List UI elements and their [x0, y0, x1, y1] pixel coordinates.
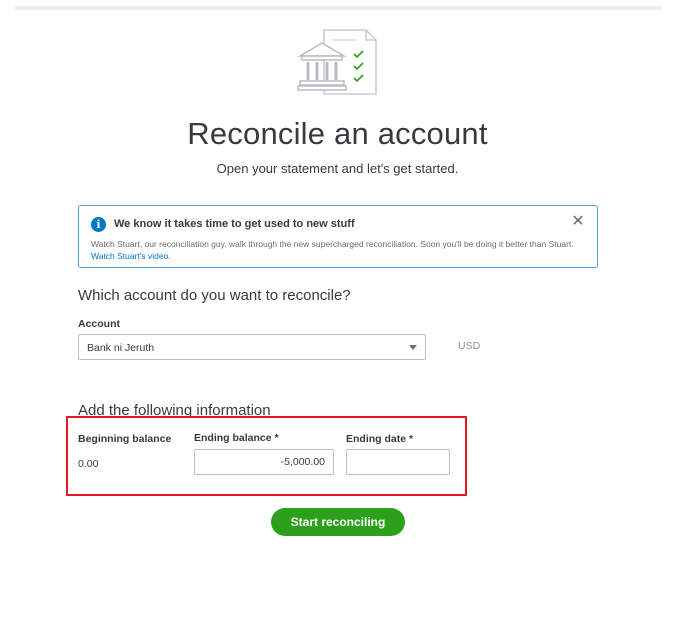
account-selected-value: Bank ni Jeruth — [87, 342, 155, 354]
start-reconciling-button[interactable]: Start reconciling — [271, 508, 405, 536]
currency-label: USD — [458, 340, 481, 352]
ending-balance-input[interactable] — [194, 449, 334, 475]
page-title: Reconcile an account — [187, 116, 488, 151]
ending-balance-label: Ending balance * — [194, 432, 279, 444]
account-select[interactable]: Bank ni Jeruth — [78, 334, 426, 360]
close-icon[interactable]: ✕ — [571, 214, 585, 230]
bank-statement-icon — [297, 29, 377, 95]
watch-video-link[interactable]: Watch Stuart's video. — [91, 251, 171, 261]
beginning-balance-value: 0.00 — [78, 458, 99, 470]
info-icon: i — [91, 217, 106, 232]
top-divider — [15, 6, 662, 10]
ending-date-label: Ending date * — [346, 433, 414, 445]
beginning-balance-label: Beginning balance — [78, 433, 172, 445]
account-label: Account — [78, 318, 120, 330]
chevron-down-icon — [409, 345, 417, 350]
account-question: Which account do you want to reconcile? — [78, 287, 351, 304]
info-banner-text: Watch Stuart, our reconciliation guy, wa… — [91, 239, 574, 249]
info-banner: i We know it takes time to get used to n… — [78, 205, 598, 268]
ending-date-input[interactable] — [346, 449, 450, 475]
info-banner-title: We know it takes time to get used to new… — [114, 218, 355, 230]
info-banner-body: Watch Stuart, our reconciliation guy, wa… — [91, 238, 587, 262]
page-subtitle: Open your statement and let's get starte… — [216, 161, 459, 176]
